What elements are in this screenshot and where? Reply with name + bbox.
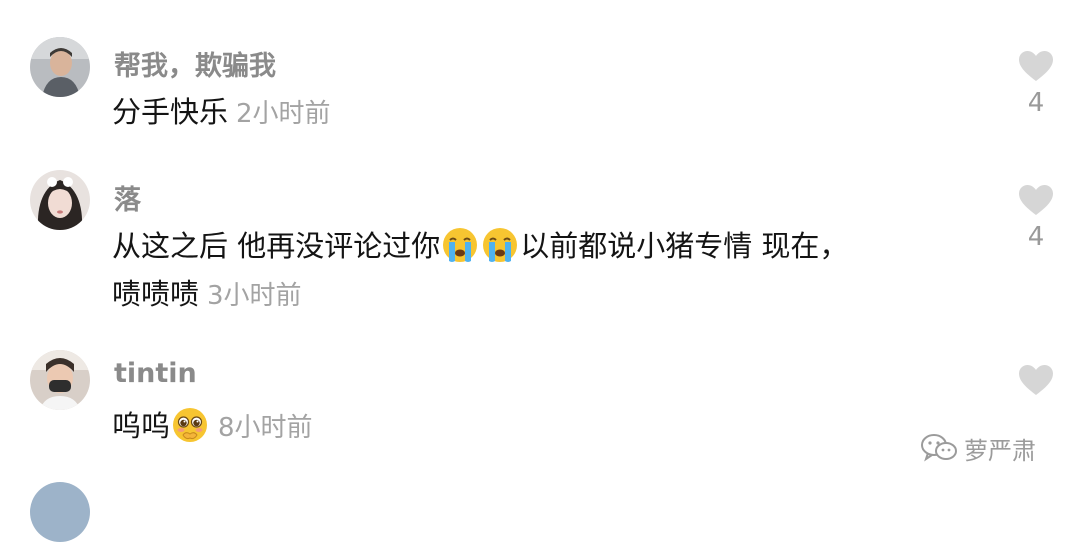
comment-time: 3小时前: [207, 281, 302, 311]
username[interactable]: 落: [114, 178, 141, 217]
comment-time: 2小时前: [236, 99, 331, 129]
avatar-man-photo-icon: [30, 37, 90, 97]
comment-text: 分手快乐 2小时前: [112, 92, 331, 134]
avatar[interactable]: [30, 170, 90, 230]
comment-body-continued: 以前都说小猪专情 现在，: [520, 229, 849, 263]
pleading-face-emoji-icon: [173, 408, 208, 442]
like-count: 4: [1027, 88, 1045, 118]
heart-icon[interactable]: [1018, 50, 1054, 82]
comment-time: 8小时前: [218, 413, 313, 443]
avatar[interactable]: [30, 37, 90, 97]
like-count: 4: [1027, 222, 1045, 252]
heart-icon[interactable]: [1018, 364, 1054, 396]
comment-body: 分手快乐: [112, 95, 229, 129]
watermark-text: 萝严肃: [964, 436, 1036, 465]
wechat-icon: [921, 434, 957, 462]
avatar[interactable]: [30, 350, 90, 410]
avatar[interactable]: [30, 482, 90, 542]
crying-face-emoji-icon: [483, 228, 518, 262]
comment-text-line-2: 啧啧啧 3小时前: [112, 274, 302, 316]
comment-body: 从这之后 他再没评论过你: [112, 229, 441, 263]
comment-body: 啧啧啧: [112, 277, 200, 311]
avatar-masked-photo-icon: [30, 350, 90, 410]
watermark: 萝严肃: [920, 428, 1036, 468]
comment-text-line-1: 从这之后 他再没评论过你 以前都说小猪专情 现在，: [112, 226, 848, 266]
crying-face-emoji-icon: [443, 228, 478, 262]
heart-icon[interactable]: [1018, 184, 1054, 216]
username[interactable]: 帮我，欺骗我: [114, 44, 276, 83]
avatar-girl-photo-icon: [30, 170, 90, 230]
comment-text: 呜呜 8小时前: [112, 406, 313, 448]
username[interactable]: tintin: [114, 358, 197, 389]
comment-body: 呜呜: [112, 409, 171, 443]
